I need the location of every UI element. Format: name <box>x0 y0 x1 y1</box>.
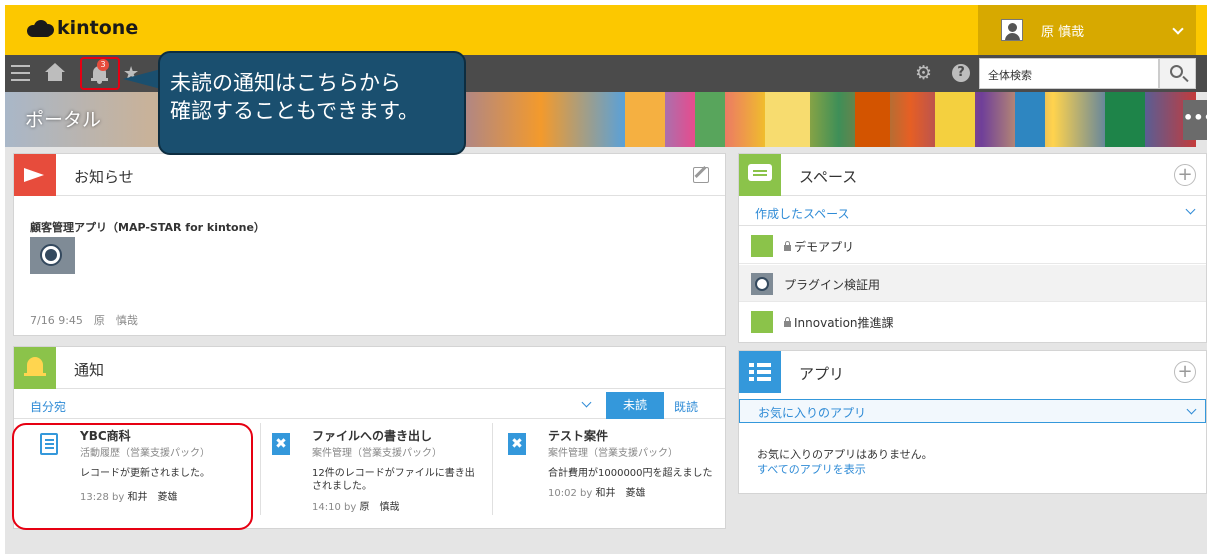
chevron-down-icon <box>1186 404 1197 415</box>
space-label: Innovation推進課 <box>794 316 894 330</box>
notification-title: ファイルへの書き出し <box>312 429 433 443</box>
space-filter[interactable]: 作成したスペース <box>739 198 1206 226</box>
notification-body: 合計費用が1000000円を超えました <box>548 468 713 479</box>
notification-user: 原 慎哉 <box>359 502 400 513</box>
notification-item[interactable]: ✖ ファイルへの書き出し 案件管理（営業支援パック） 12件のレコードがファイル… <box>272 427 482 517</box>
space-item[interactable]: プラグイン検証用 <box>739 265 1206 302</box>
notification-by: by <box>580 488 593 499</box>
unread-tab[interactable]: 未読 <box>606 392 664 419</box>
space-thumbnail <box>751 311 773 333</box>
space-thumbnail <box>751 235 773 257</box>
menu-icon[interactable] <box>11 65 30 81</box>
apps-panel: アプリ + お気に入りのアプリ お気に入りのアプリはありません。 すべてのアプリ… <box>738 350 1207 494</box>
app-filter-label: お気に入りのアプリ <box>758 406 867 420</box>
info-panel-title: お知らせ <box>74 168 134 186</box>
kintone-logo[interactable]: kintone <box>27 17 138 39</box>
megaphone-icon <box>14 154 56 196</box>
notification-user: 和井 菱雄 <box>595 488 646 499</box>
logo-text: kintone <box>57 17 139 39</box>
callout-pointer <box>123 69 161 89</box>
notification-bell-button[interactable]: 3 <box>80 57 120 90</box>
space-item[interactable]: デモアプリ <box>739 227 1206 264</box>
kintone-portal: kintone 原 慎哉 3 ★ ⚙ ? 全体検索 ポータル ••• <box>5 5 1207 554</box>
notification-app: 案件管理（営業支援パック） <box>548 448 678 459</box>
read-tab[interactable]: 既読 <box>674 398 698 415</box>
notification-meta: 14:10 by 原 慎哉 <box>312 498 399 513</box>
search-input[interactable]: 全体検索 <box>979 58 1159 89</box>
chevron-down-icon <box>581 397 592 408</box>
notification-title: テスト案件 <box>548 429 609 443</box>
notification-count-badge: 3 <box>97 59 109 71</box>
add-space-button[interactable]: + <box>1174 164 1196 186</box>
highlight-ring <box>12 423 253 530</box>
chevron-down-icon <box>1185 204 1196 215</box>
info-item-title[interactable]: 顧客管理アプリ（MAP-STAR for kintone） <box>30 219 265 235</box>
user-name: 原 慎哉 <box>1041 24 1085 40</box>
spaces-panel: スペース + 作成したスペース デモアプリ プラグイン検証用 Innovatio… <box>738 153 1207 343</box>
lock-icon <box>784 241 791 251</box>
space-label: デモアプリ <box>794 240 855 254</box>
chevron-down-icon <box>1172 23 1184 35</box>
notification-body: 12件のレコードがファイルに書き出されました。 <box>312 468 475 492</box>
help-icon[interactable]: ? <box>952 64 970 82</box>
portal-title: ポータル <box>25 109 102 131</box>
info-panel: お知らせ 顧客管理アプリ（MAP-STAR for kintone） 7/16 … <box>13 153 726 336</box>
notification-item[interactable]: ✖ テスト案件 案件管理（営業支援パック） 合計費用が1000000円を超えまし… <box>508 427 718 517</box>
chat-bubble-icon <box>739 154 781 196</box>
file-export-icon: ✖ <box>272 433 290 455</box>
user-menu[interactable]: 原 慎哉 <box>978 5 1196 55</box>
add-app-button[interactable]: + <box>1174 361 1196 383</box>
bell-icon <box>14 347 56 389</box>
edit-icon[interactable] <box>693 165 709 183</box>
gear-icon[interactable]: ⚙ <box>915 63 932 83</box>
globe-icon <box>751 273 773 295</box>
avatar <box>1001 19 1023 41</box>
notifications-panel-title: 通知 <box>74 361 105 379</box>
spaces-panel-title: スペース <box>799 168 858 186</box>
notification-time: 10:02 <box>548 488 577 499</box>
show-all-apps-link[interactable]: すべてのアプリを表示 <box>757 461 866 477</box>
app-filter[interactable]: お気に入りのアプリ <box>739 399 1206 423</box>
notification-meta: 10:02 by 和井 菱雄 <box>548 484 645 499</box>
space-filter-label: 作成したスペース <box>755 207 850 221</box>
top-header: kintone 原 慎哉 <box>5 5 1207 55</box>
more-options-button[interactable]: ••• <box>1183 100 1207 140</box>
space-label: プラグイン検証用 <box>784 278 881 292</box>
annotation-callout: 未読の通知はこちらから 確認することもできます。 <box>158 51 466 155</box>
app-list-icon <box>739 351 781 393</box>
info-item-meta: 7/16 9:45 原 慎哉 <box>30 314 138 327</box>
notification-app: 案件管理（営業支援パック） <box>312 448 442 459</box>
search-icon <box>1170 65 1183 78</box>
callout-line-2: 確認することもできます。 <box>170 99 420 123</box>
home-icon[interactable] <box>45 63 65 83</box>
notification-time: 14:10 <box>312 502 341 513</box>
notification-filter-label: 自分宛 <box>30 400 67 414</box>
callout-line-1: 未読の通知はこちらから <box>170 71 401 95</box>
globe-icon[interactable] <box>30 237 75 274</box>
search-button[interactable] <box>1159 58 1196 89</box>
apps-panel-title: アプリ <box>799 365 845 383</box>
apps-empty-message: お気に入りのアプリはありません。 <box>757 448 933 461</box>
notification-by: by <box>344 502 357 513</box>
cloud-logo-icon <box>27 19 55 37</box>
space-item[interactable]: Innovation推進課 <box>739 303 1206 340</box>
file-export-icon: ✖ <box>508 433 526 455</box>
lock-icon <box>784 317 791 327</box>
